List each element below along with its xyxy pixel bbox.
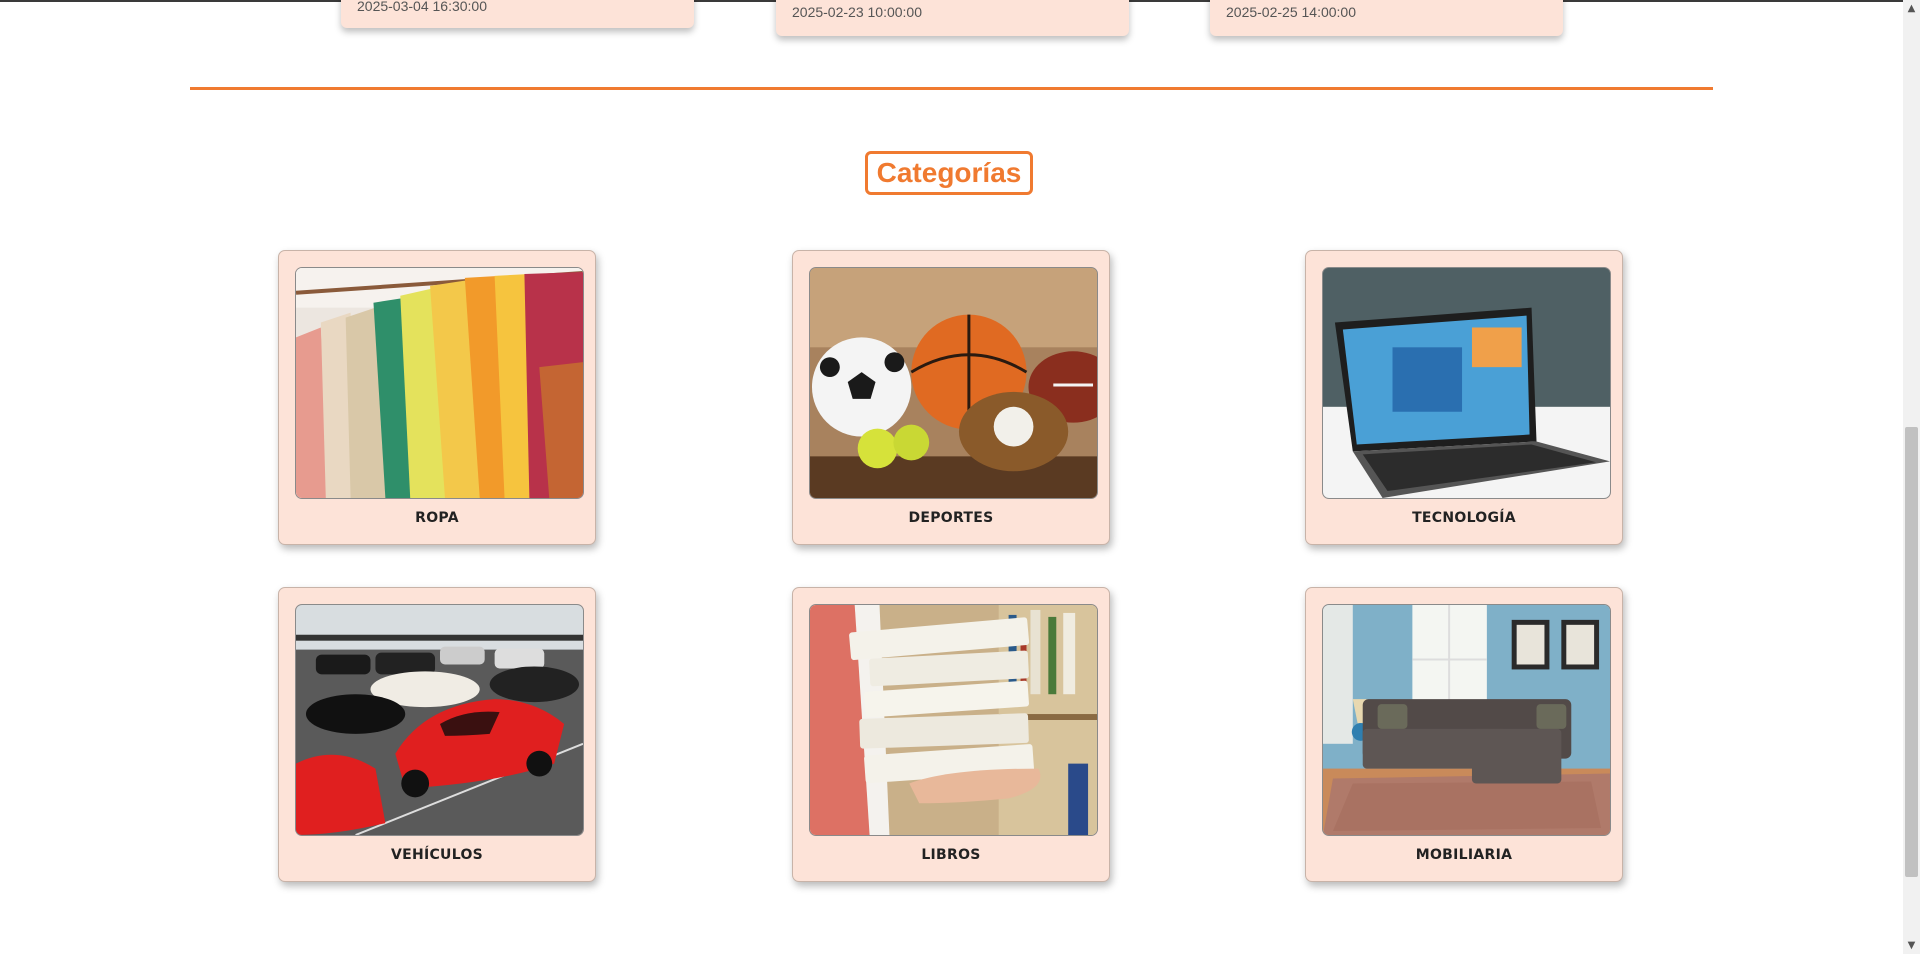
event-card[interactable]: 2025-02-23 10:00:00 (776, 0, 1129, 36)
sports-cars-image[interactable] (295, 604, 584, 836)
scrollbar-thumb[interactable] (1905, 427, 1918, 877)
category-label: ROPA (415, 510, 459, 526)
vertical-scrollbar[interactable]: ▲ ▼ (1903, 0, 1920, 954)
laptop-tablet-image[interactable] (1322, 267, 1611, 499)
section-divider (190, 87, 1713, 90)
event-datetime: 2025-02-23 10:00:00 (792, 4, 922, 20)
category-card-tecnologia[interactable]: TECNOLOGÍA (1305, 250, 1623, 545)
category-card-mobiliaria[interactable]: MOBILIARIA (1305, 587, 1623, 882)
category-label: TECNOLOGÍA (1412, 510, 1516, 526)
scroll-down-arrow-icon[interactable]: ▼ (1903, 937, 1920, 954)
event-card[interactable]: 2025-03-04 16:30:00 (341, 0, 694, 28)
category-label: VEHÍCULOS (390, 847, 484, 863)
event-datetime: 2025-02-25 14:00:00 (1226, 4, 1356, 20)
sports-balls-image[interactable] (809, 267, 1098, 499)
category-label: MOBILIARIA (1415, 847, 1513, 863)
category-label: DEPORTES (908, 510, 994, 526)
category-card-libros[interactable]: LIBROS (792, 587, 1110, 882)
clothing-rack-image[interactable] (295, 267, 584, 499)
category-card-deportes[interactable]: DEPORTES (792, 250, 1110, 545)
stack-of-books-image[interactable] (809, 604, 1098, 836)
category-label: LIBROS (921, 847, 981, 863)
category-card-vehiculos[interactable]: VEHÍCULOS (278, 587, 596, 882)
categories-heading: Categorías (865, 151, 1033, 195)
living-room-sofa-image[interactable] (1322, 604, 1611, 836)
event-datetime: 2025-03-04 16:30:00 (357, 0, 487, 14)
scroll-up-arrow-icon[interactable]: ▲ (1903, 0, 1920, 17)
category-card-ropa[interactable]: ROPA (278, 250, 596, 545)
event-card[interactable]: 2025-02-25 14:00:00 (1210, 0, 1563, 36)
